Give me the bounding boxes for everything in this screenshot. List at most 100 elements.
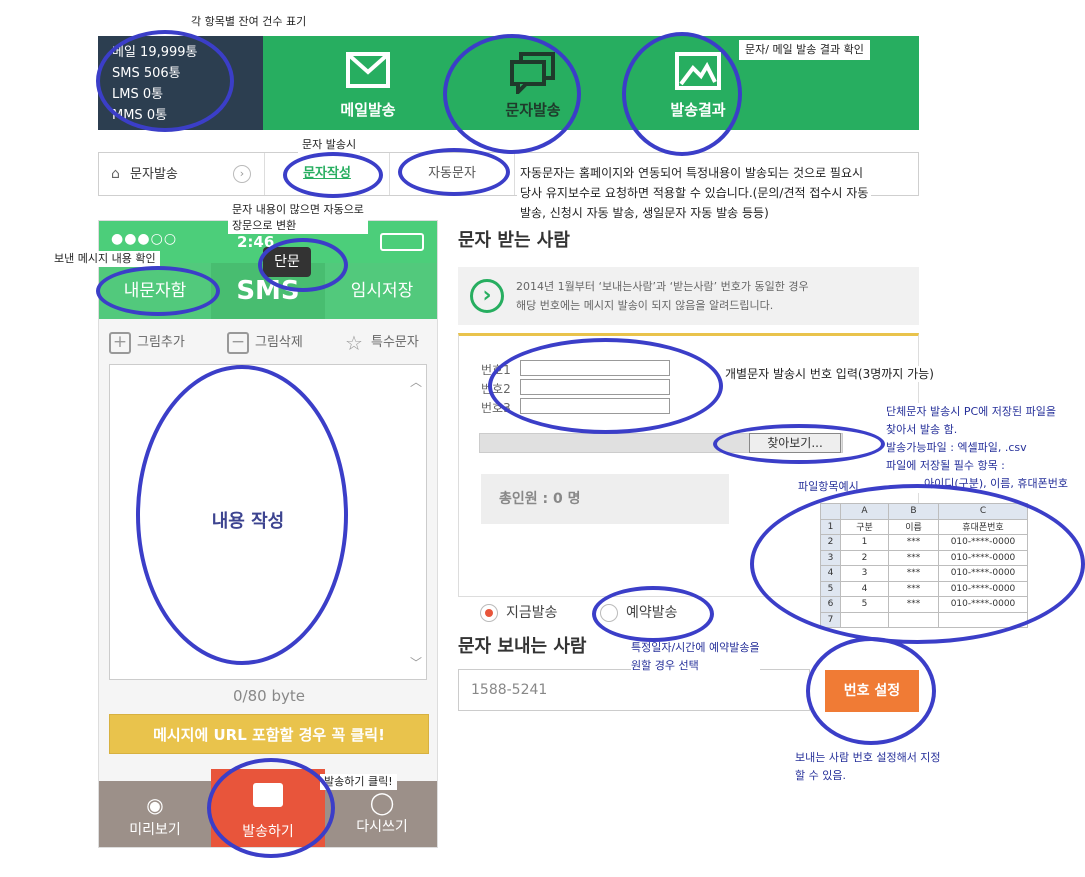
number1-input[interactable] xyxy=(520,360,670,376)
byte-counter: 0/80 byte xyxy=(233,687,305,705)
note-compose: 문자 발송시 xyxy=(298,137,361,153)
note-sender-line-1: 보내는 사람 번호 설정해서 지정 xyxy=(795,751,941,764)
excel-cell: *** xyxy=(888,565,939,582)
excel-cell: 010-****-0000 xyxy=(938,596,1028,613)
tab-temp-save[interactable]: 임시저장 xyxy=(325,263,437,319)
number2-label: 번호2 xyxy=(481,382,511,396)
special-char-label: 특수문자 xyxy=(371,335,419,350)
send-now-label: 지금발송 xyxy=(506,605,558,621)
home-icon: ⌂ xyxy=(111,166,120,182)
signal-icon: ●●●○○ xyxy=(111,231,178,247)
tooltip-short: 단문 xyxy=(263,247,311,277)
quota-panel: 메일 19,999통 SMS 506통 LMS 0통 MMS 0통 xyxy=(98,36,263,130)
reserve-send-label: 예약발송 xyxy=(626,605,678,621)
eye-icon: ◉ xyxy=(146,793,164,817)
radio-unchecked-icon xyxy=(600,604,618,622)
rewrite-button[interactable]: ◯ 다시쓰기 xyxy=(325,781,437,847)
send-now-radio[interactable]: 지금발송 xyxy=(480,603,558,623)
note-group-line-5: 아이디(구분), 이름, 휴대폰번호 xyxy=(924,477,1069,490)
preview-label: 미리보기 xyxy=(129,822,181,838)
editor-hint: 내용 작성 xyxy=(211,511,285,532)
note-auto-line-2: 당사 유지보수로 요청하면 적용할 수 있습니다.(문의/견적 접수시 자동 xyxy=(520,186,869,200)
notice-line-1: 2014년 1월부터 ‘보내는사람’과 ‘받는사람’ 번호가 동일한 경우 xyxy=(516,280,809,293)
number3-input[interactable] xyxy=(520,398,670,414)
plus-icon: + xyxy=(109,331,131,354)
tab-auto-sms[interactable]: 자동문자 xyxy=(390,153,514,195)
mail-send-label: 메일발송 xyxy=(340,101,396,119)
excel-row-number: 7 xyxy=(820,611,841,628)
note-reserve-line-1: 특정일자/시간에 예약발송을 xyxy=(631,641,760,654)
excel-row-number: 1 xyxy=(820,518,841,535)
excel-cell: 010-****-0000 xyxy=(938,534,1028,551)
number2-input[interactable] xyxy=(520,379,670,395)
note-sender: 보내는 사람 번호 설정해서 지정 할 수 있음. xyxy=(795,749,941,785)
phone-mockup: ●●●○○ 2:46 내문자함 SMS 임시저장 단문 + 그림추가 − 그림삭제 … xyxy=(98,220,438,848)
excel-row-number: 3 xyxy=(820,549,841,566)
scroll-down-icon[interactable]: ﹀ xyxy=(410,654,422,671)
excel-cell: 5 xyxy=(840,596,889,613)
send-label: 발송하기 xyxy=(242,824,294,840)
tab-compose[interactable]: 문자작성 xyxy=(265,153,389,195)
excel-cell: 4 xyxy=(840,580,889,597)
battery-icon xyxy=(380,233,424,251)
sms-send-button[interactable]: 문자발송 xyxy=(458,36,608,130)
add-image-label: 그림추가 xyxy=(137,335,185,350)
recipient-title: 문자 받는 사람 xyxy=(458,230,570,251)
note-inbox: 보낸 메시지 내용 확인 xyxy=(50,251,160,267)
chat-bubbles-icon xyxy=(510,52,555,94)
preview-button[interactable]: ◉ 미리보기 xyxy=(99,781,211,847)
excel-row-number: 6 xyxy=(820,596,841,613)
number1-label: 번호1 xyxy=(481,363,511,377)
excel-cell: *** xyxy=(888,549,939,566)
note-result: 문자/ 메일 발송 결과 확인 xyxy=(739,40,870,60)
note-auto: 자동문자는 홈페이지와 연동되어 특정내용이 발송되는 것으로 필요시 당사 유… xyxy=(517,163,872,223)
url-include-button[interactable]: 메시지에 URL 포함할 경우 꼭 클릭! xyxy=(109,714,429,754)
note-individual: 개별문자 발송시 번호 입력(3명까지 가능) xyxy=(722,366,937,382)
quota-sms: SMS 506통 xyxy=(112,66,181,81)
breadcrumb-section: 문자발송 xyxy=(130,167,178,182)
tab-inbox[interactable]: 내문자함 xyxy=(99,263,211,319)
excel-cell: 010-****-0000 xyxy=(938,549,1028,566)
remove-image-button[interactable]: − 그림삭제 xyxy=(227,329,303,357)
note-send: 발송하기 클릭! xyxy=(320,774,397,790)
chevron-right-icon[interactable]: › xyxy=(233,165,251,183)
note-group-line-1: 단체문자 발송시 PC에 저장된 파일을 xyxy=(886,405,1056,418)
sender-title: 문자 보내는 사람 xyxy=(458,636,587,657)
browse-button[interactable]: 찾아보기... xyxy=(749,433,841,453)
note-sample: 파일항목예시 xyxy=(798,479,859,495)
add-image-button[interactable]: + 그림추가 xyxy=(109,329,185,357)
quota-mail: 메일 19,999통 xyxy=(112,45,198,60)
sender-number-input[interactable]: 1588-5241 xyxy=(458,669,810,711)
mail-send-button[interactable]: 메일발송 xyxy=(293,36,443,130)
number3-label: 번호3 xyxy=(481,401,511,415)
reserve-send-radio[interactable]: 예약발송 xyxy=(600,603,678,623)
note-long-line-2: 장문으로 변환 xyxy=(232,219,297,232)
excel-cell: 3 xyxy=(840,565,889,582)
note-auto-line-1: 자동문자는 홈페이지와 연동되어 특정내용이 발송되는 것으로 필요시 xyxy=(520,166,864,180)
quota-lms: LMS 0통 xyxy=(112,87,164,102)
message-editor[interactable]: 내용 작성 ︿ ﹀ xyxy=(109,364,427,680)
set-number-button[interactable]: 번호 설정 xyxy=(825,670,919,712)
note-group-line-2: 찾아서 발송 함. xyxy=(886,423,958,436)
total-recipients: 총인원 : 0 명 xyxy=(481,474,729,524)
notice-box: › 2014년 1월부터 ‘보내는사람’과 ‘받는사람’ 번호가 동일한 경우 … xyxy=(458,267,919,325)
minus-icon: − xyxy=(227,331,249,354)
scroll-up-icon[interactable]: ︿ xyxy=(410,373,422,390)
special-char-button[interactable]: ☆ 특수문자 xyxy=(343,329,419,357)
speech-bubble-icon xyxy=(253,783,283,807)
excel-cell: 010-****-0000 xyxy=(938,565,1028,582)
excel-sample: A B C 1 구분 이름 휴대폰번호 2 1 *** 010-****-000… xyxy=(820,503,1028,628)
excel-cell: 010-****-0000 xyxy=(938,580,1028,597)
excel-cell: 휴대폰번호 xyxy=(938,518,1028,535)
excel-cell: *** xyxy=(888,534,939,551)
excel-col: A xyxy=(840,503,889,520)
excel-col: C xyxy=(938,503,1028,520)
excel-row-number: 5 xyxy=(820,580,841,597)
note-quota: 각 항목별 잔여 건수 표기 xyxy=(185,12,313,32)
envelope-icon xyxy=(346,52,390,88)
excel-row-number: 2 xyxy=(820,534,841,551)
send-button[interactable]: 발송하기 xyxy=(211,769,325,847)
remove-image-label: 그림삭제 xyxy=(255,335,303,350)
notice-line-2: 해당 번호에는 메시지 발송이 되지 않음을 알려드립니다. xyxy=(516,299,774,312)
excel-cell: 1 xyxy=(840,534,889,551)
